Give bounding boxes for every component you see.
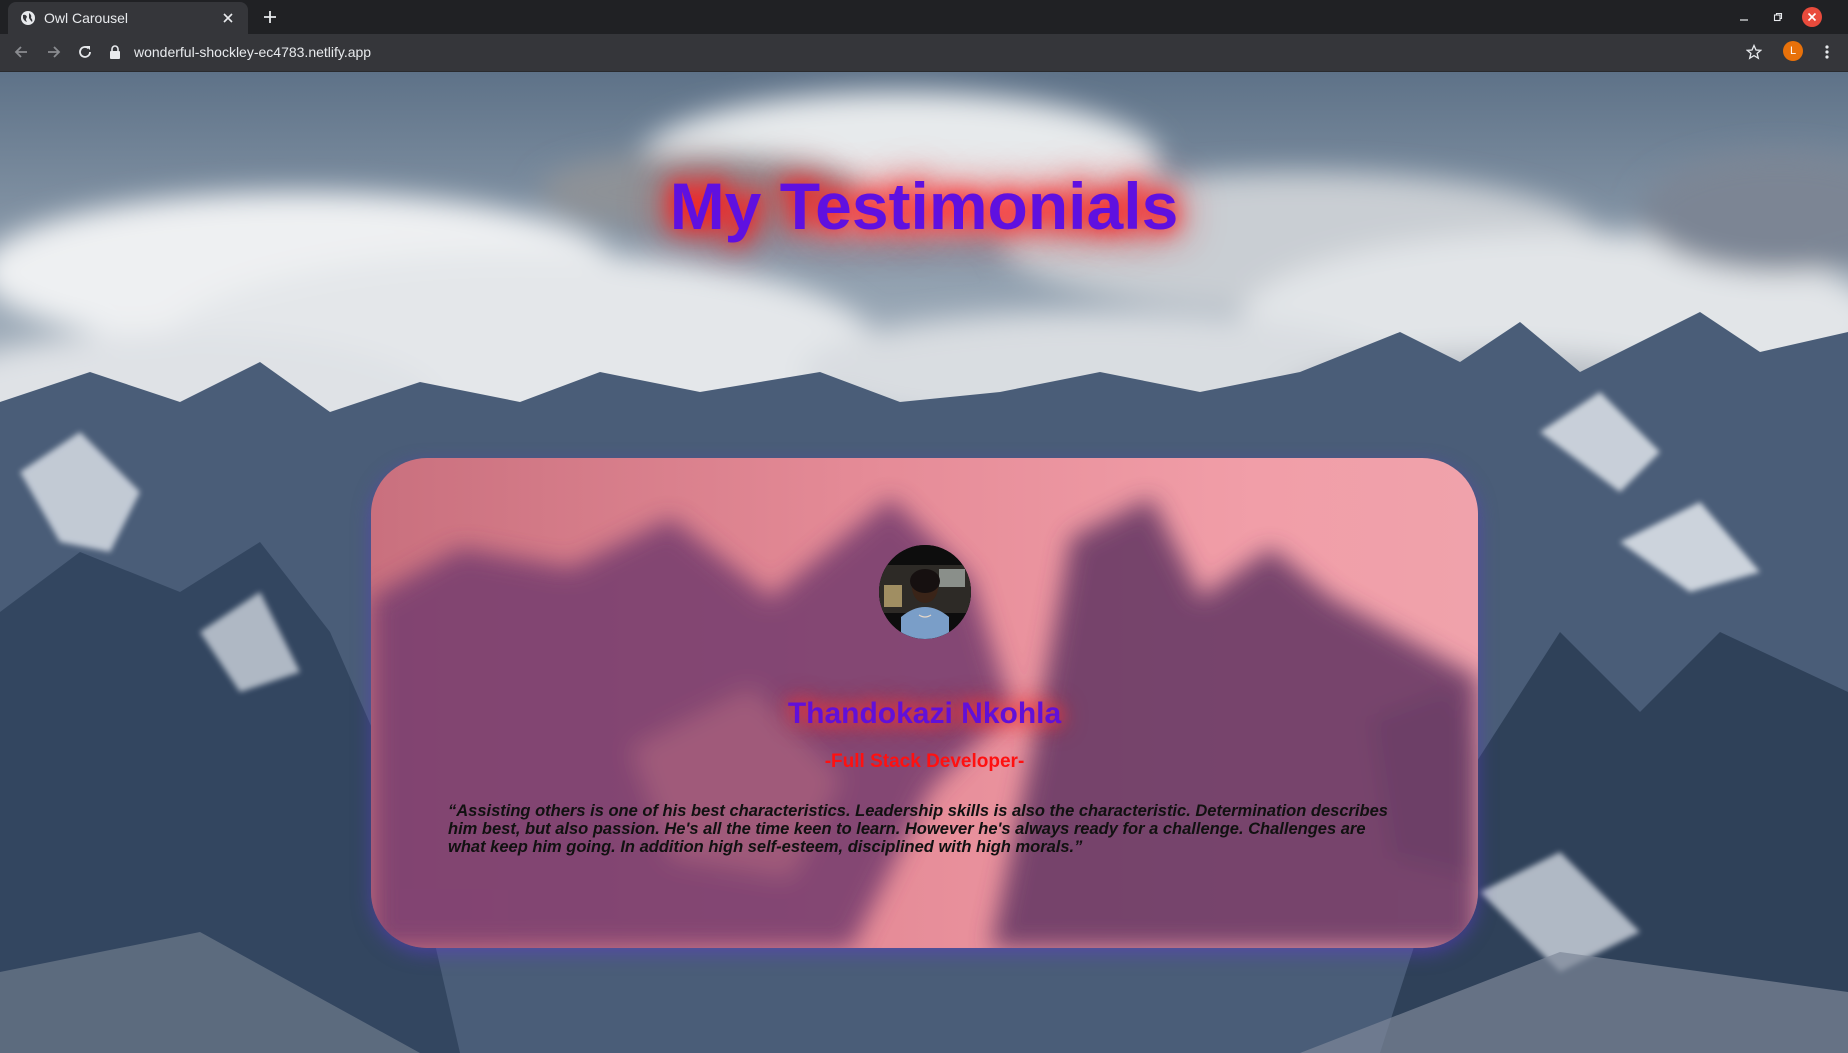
page-viewport: My Testimonials Thandokazi Nkohla -Full … <box>0 72 1848 1053</box>
url-text: wonderful-shockley-ec4783.netlify.app <box>134 44 372 60</box>
page-title: My Testimonials <box>669 169 1179 243</box>
star-icon[interactable] <box>1742 40 1766 64</box>
tab-strip: Owl Carousel <box>0 0 1848 34</box>
globe-icon <box>20 10 36 26</box>
address-bar[interactable]: wonderful-shockley-ec4783.netlify.app <box>108 38 1738 66</box>
minimize-icon[interactable] <box>1727 0 1761 34</box>
testimonial-card: Thandokazi Nkohla -Full Stack Developer-… <box>371 458 1478 948</box>
close-icon[interactable] <box>218 8 238 28</box>
testimonial-name: Thandokazi Nkohla <box>787 697 1062 730</box>
testimonial-role: -Full Stack Developer- <box>824 751 1025 772</box>
testimonial-quote: “Assisting others is one of his best cha… <box>448 802 1388 856</box>
lock-icon <box>108 44 124 60</box>
kebab-menu-icon[interactable] <box>1815 40 1839 64</box>
profile-avatar[interactable]: L <box>1783 41 1803 61</box>
window-controls <box>1727 0 1829 34</box>
arrow-right-icon[interactable] <box>42 40 66 64</box>
tab-title: Owl Carousel <box>44 10 129 26</box>
reload-icon[interactable] <box>73 40 97 64</box>
window-close-button[interactable] <box>1795 0 1829 34</box>
browser-tab[interactable]: Owl Carousel <box>8 2 248 34</box>
testimonial-avatar <box>879 545 971 639</box>
arrow-left-icon[interactable] <box>9 40 33 64</box>
browser-toolbar: wonderful-shockley-ec4783.netlify.app L <box>0 34 1848 72</box>
restore-icon[interactable] <box>1761 0 1795 34</box>
close-icon <box>1802 7 1822 27</box>
plus-icon[interactable] <box>258 5 282 29</box>
